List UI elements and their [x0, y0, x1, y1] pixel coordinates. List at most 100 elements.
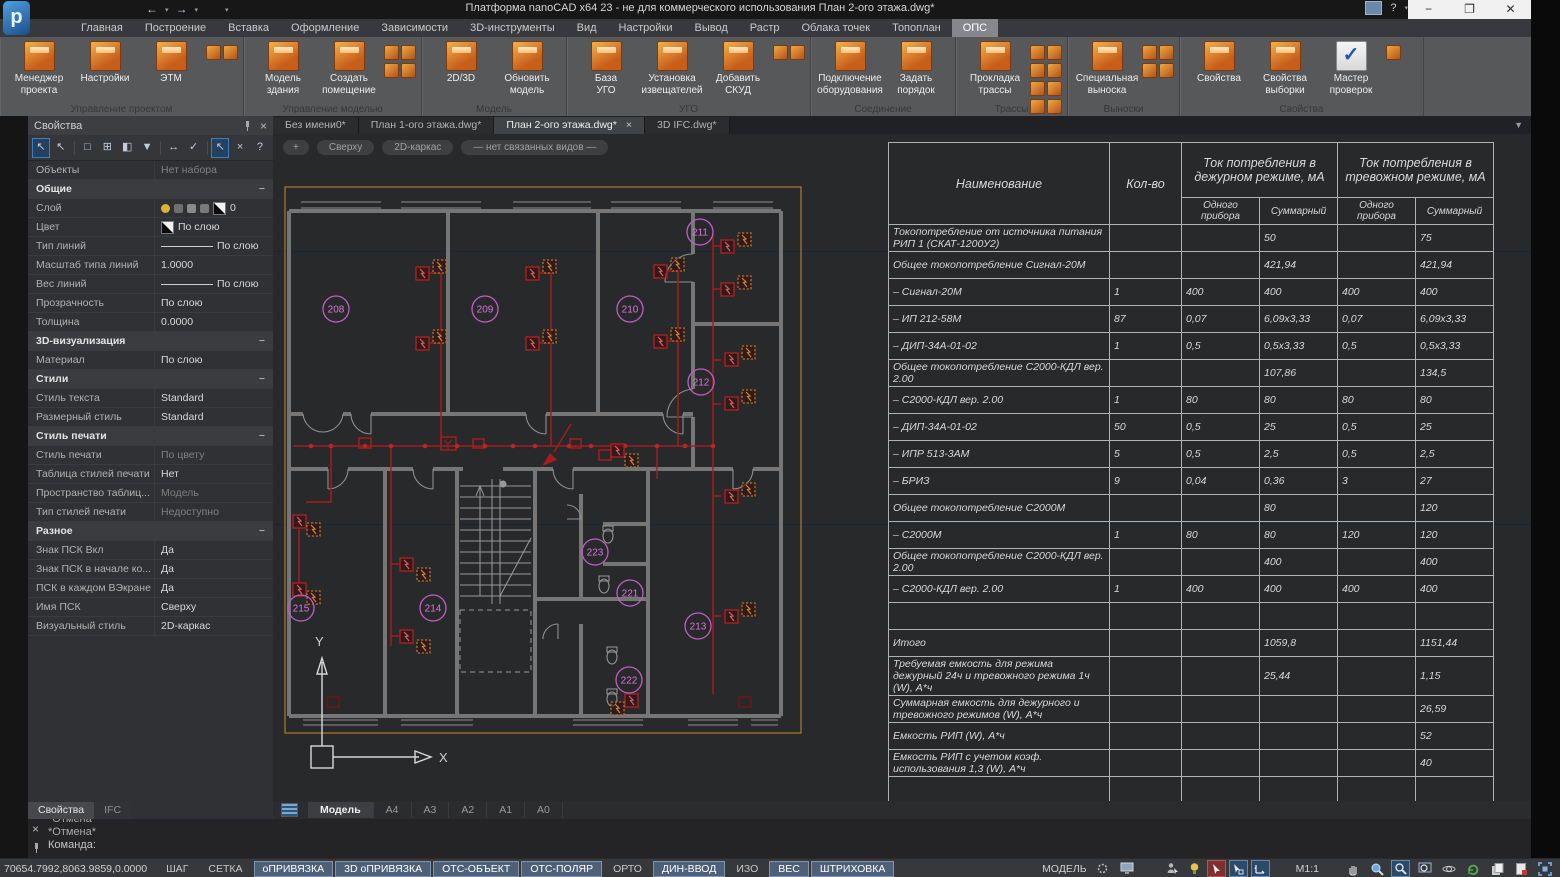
panel-tab-IFC[interactable]: IFC — [94, 802, 131, 819]
layout-tab-A1[interactable]: A1 — [487, 802, 525, 818]
toggle-ОТС-ОБЪЕКТ[interactable]: ОТС-ОБЪЕКТ — [433, 861, 519, 877]
property-row[interactable]: Таблица стилей печатиНет — [28, 465, 273, 484]
ribbon-button-create-room[interactable]: Создатьпомещение — [316, 40, 382, 96]
property-row[interactable]: Визуальный стиль2D-каркас — [28, 617, 273, 636]
restore-button[interactable]: ❐ — [1449, 0, 1490, 19]
command-line-panel[interactable]: × *Отмена**Отмена*Команда: — [28, 819, 1531, 858]
layout-tab-A0[interactable]: A0 — [525, 802, 563, 818]
toggle-ИЗО[interactable]: ИЗО — [727, 861, 767, 877]
property-value[interactable]: Да — [155, 541, 273, 559]
menu-tab-Растр[interactable]: Растр — [739, 19, 791, 37]
mini-tool-icon[interactable] — [1047, 81, 1062, 96]
ribbon-button-ugo-base[interactable]: БазаУГО — [573, 40, 639, 96]
doc-tab[interactable]: Без имени0* — [273, 117, 359, 134]
doc-tab[interactable]: 3D IFC.dwg* — [645, 117, 730, 134]
menu-tab-Построение[interactable]: Построение — [134, 19, 217, 37]
pan-hand-icon[interactable] — [1343, 860, 1362, 877]
add-view-button[interactable]: + — [283, 140, 309, 155]
mini-tool-icon[interactable] — [1047, 63, 1062, 78]
model-space-label[interactable]: МОДЕЛЬ — [1042, 863, 1087, 875]
layout-tab-A3[interactable]: A3 — [412, 802, 450, 818]
property-row[interactable]: Тип линий По слою — [28, 237, 273, 256]
doc-tab[interactable]: План 1-ого этажа.dwg* — [359, 117, 495, 134]
select-cursor-icon[interactable]: ↖ — [52, 138, 70, 158]
property-row[interactable]: Размерный стильStandard — [28, 408, 273, 427]
mini-tool-icon[interactable] — [1159, 63, 1174, 78]
menu-tab-Главная[interactable]: Главная — [70, 19, 134, 37]
sheets-icon[interactable] — [1487, 860, 1506, 877]
menu-tab-ОПС[interactable]: ОПС — [952, 19, 998, 37]
ribbon-button-route-lay[interactable]: Прокладкатрассы — [962, 40, 1028, 96]
property-row[interactable]: Пространство таблиц...Модель — [28, 484, 273, 503]
property-value[interactable]: Сверху — [155, 598, 273, 616]
minimize-button[interactable]: − — [1408, 0, 1449, 19]
quick-filter-icon[interactable]: ▼ — [138, 138, 156, 158]
mini-tool-icon[interactable] — [1142, 45, 1157, 60]
mini-tool-icon[interactable] — [1159, 45, 1174, 60]
mini-tool-icon[interactable] — [1030, 63, 1045, 78]
zoom-realtime-icon[interactable] — [1367, 860, 1386, 877]
mini-tool-icon[interactable] — [401, 45, 416, 60]
gear-icon[interactable] — [1093, 860, 1112, 877]
close-button[interactable]: ✕ — [1490, 0, 1531, 19]
view-pill[interactable]: Сверху — [317, 140, 374, 155]
property-row[interactable]: Цвет По слою — [28, 218, 273, 237]
zoom-extents-icon[interactable] — [1415, 860, 1434, 877]
panel-tab-Свойства[interactable]: Свойства — [28, 802, 94, 819]
mini-tool-icon[interactable] — [1030, 45, 1045, 60]
property-value[interactable]: По слою — [155, 218, 273, 236]
close-icon[interactable]: × — [32, 824, 39, 834]
property-value[interactable]: Нет — [155, 465, 273, 483]
property-value[interactable]: Standard — [155, 389, 273, 407]
mini-tool-icon[interactable] — [1030, 81, 1045, 96]
property-value[interactable]: 2D-каркас — [155, 617, 273, 635]
invert-select-icon[interactable]: ◧ — [118, 138, 136, 158]
mini-tool-icon[interactable] — [1142, 63, 1157, 78]
lamp-icon[interactable] — [1185, 860, 1204, 877]
toggle-СЕТКА[interactable]: СЕТКА — [199, 861, 251, 877]
check-select-icon[interactable]: ✓ — [185, 138, 203, 158]
properties-section-3D-визуализация[interactable]: 3D-визуализация− — [28, 332, 273, 351]
ribbon-toggle-icon[interactable] — [1365, 1, 1382, 15]
properties-section-Стили[interactable]: Стили− — [28, 370, 273, 389]
mini-tool-icon[interactable] — [384, 63, 399, 78]
property-value[interactable]: Нет набора — [155, 161, 273, 179]
close-tab-icon[interactable]: × — [626, 119, 632, 131]
pin-icon[interactable] — [32, 843, 41, 852]
menu-tab-Вид[interactable]: Вид — [566, 19, 608, 37]
toggle-ВЕС[interactable]: ВЕС — [769, 861, 809, 877]
mini-tool-icon[interactable] — [206, 45, 221, 60]
ribbon-button-check-master[interactable]: ✓Мастерпроверок — [1318, 40, 1384, 96]
move-select-icon[interactable]: ↔ — [165, 138, 183, 158]
layout-list-icon[interactable] — [281, 803, 298, 817]
scale-indicator[interactable]: М1:1 — [1296, 863, 1343, 875]
ribbon-button-project-settings[interactable]: Настройки — [72, 40, 138, 85]
property-value[interactable]: Да — [155, 579, 273, 597]
property-row[interactable]: Знак ПСК в начале ко...Да — [28, 560, 273, 579]
property-row[interactable]: Стиль текстаStandard — [28, 389, 273, 408]
layout-tab-A4[interactable]: A4 — [374, 802, 412, 818]
ribbon-button-project-manager[interactable]: Менеджерпроекта — [6, 40, 72, 96]
help-circle-icon[interactable]: ? — [251, 138, 269, 158]
property-value[interactable]: По слою — [155, 237, 273, 255]
nanocad-logo[interactable]: p — [3, 1, 30, 35]
view-pill[interactable]: 2D-каркас — [382, 140, 453, 155]
poly-select-icon[interactable]: ⊞ — [98, 138, 116, 158]
property-row[interactable]: ПрозрачностьПо слою — [28, 294, 273, 313]
pick-cursor-icon[interactable]: ↖ — [211, 138, 229, 158]
menu-tab-Настройки[interactable]: Настройки — [608, 19, 684, 37]
mini-tool-icon[interactable] — [1386, 45, 1401, 60]
select-cursor-icon[interactable] — [1207, 860, 1226, 877]
doc-tabs-caret-icon[interactable]: ▼ — [1514, 117, 1531, 134]
zoom-window-icon[interactable] — [1391, 860, 1410, 877]
menu-tab-Оформление[interactable]: Оформление — [280, 19, 370, 37]
viewport-frame-icon[interactable] — [1535, 860, 1554, 877]
ribbon-button-properties[interactable]: Свойства — [1186, 40, 1252, 85]
property-row[interactable]: ПСК в каждом ВЭкранеДа — [28, 579, 273, 598]
ribbon-button-connect-equipment[interactable]: Подключениеоборудования — [817, 40, 883, 96]
mini-tool-icon[interactable] — [790, 45, 805, 60]
pin-icon[interactable] — [243, 121, 252, 130]
toggle-3D оПРИВЯЗКА[interactable]: 3D оПРИВЯЗКА — [335, 861, 431, 877]
mini-tool-icon[interactable] — [384, 45, 399, 60]
toggle-оПРИВЯЗКА[interactable]: оПРИВЯЗКА — [254, 861, 334, 877]
